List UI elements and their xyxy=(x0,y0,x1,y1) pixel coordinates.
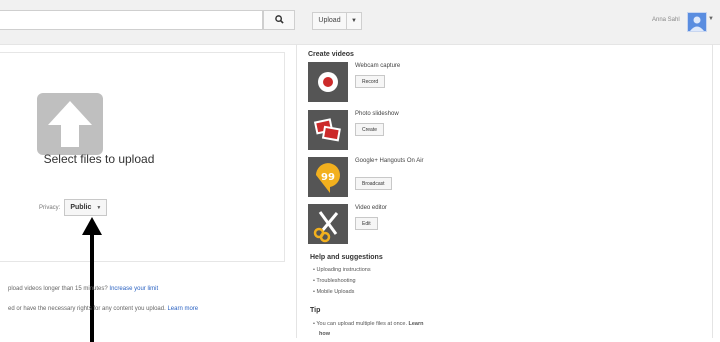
upload-button-label: Upload xyxy=(313,13,347,29)
upload-limit-text: pload videos longer than 15 minutes? xyxy=(8,286,108,292)
tip-body: You can upload multiple files at once. xyxy=(316,321,407,327)
learn-more-link[interactable]: Learn more xyxy=(167,306,198,312)
tip-text: • You can upload multiple files at once.… xyxy=(313,321,424,327)
create-videos-heading: Create videos xyxy=(308,51,354,58)
video-editor-title: Video editor xyxy=(355,205,387,211)
create-item-webcam: Webcam capture Record xyxy=(308,62,608,106)
column-divider xyxy=(296,44,297,338)
user-name[interactable]: Anna Sahl xyxy=(652,17,680,23)
help-item-label[interactable]: Uploading instructions xyxy=(316,267,370,273)
rights-note: ed or have the necessary rights for any … xyxy=(8,306,198,312)
help-link-troubleshooting[interactable]: • Troubleshooting xyxy=(313,278,356,284)
create-button[interactable]: Create xyxy=(355,123,385,136)
account-caret-icon[interactable]: ▼ xyxy=(708,16,714,22)
webcam-capture-title: Webcam capture xyxy=(355,63,401,69)
edit-button[interactable]: Edit xyxy=(355,217,378,230)
upload-arrow-icon[interactable] xyxy=(37,93,103,155)
help-heading: Help and suggestions xyxy=(310,254,383,261)
broadcast-button[interactable]: Broadcast xyxy=(355,177,392,190)
search-icon xyxy=(274,11,284,29)
tip-heading: Tip xyxy=(310,307,321,314)
caret-down-icon: ▼ xyxy=(96,204,102,211)
privacy-dropdown[interactable]: Public ▼ xyxy=(64,199,108,216)
webcam-record-icon[interactable] xyxy=(308,62,348,102)
privacy-value: Public xyxy=(70,204,92,211)
create-item-hangouts: 99 Google+ Hangouts On Air Broadcast xyxy=(308,157,608,201)
photo-slideshow-icon[interactable] xyxy=(308,110,348,150)
avatar[interactable] xyxy=(687,12,707,32)
hangouts-icon[interactable]: 99 xyxy=(308,157,348,197)
scissors-icon[interactable] xyxy=(308,204,348,244)
help-link-uploading[interactable]: • Uploading instructions xyxy=(313,267,371,273)
create-item-editor: Video editor Edit xyxy=(308,204,608,248)
tip-how-link[interactable]: how xyxy=(319,331,330,337)
privacy-label: Privacy: xyxy=(39,204,61,211)
help-link-mobile[interactable]: • Mobile Uploads xyxy=(313,289,354,295)
search-button[interactable] xyxy=(263,10,295,30)
help-item-label[interactable]: Mobile Uploads xyxy=(316,289,354,295)
hangouts-title: Google+ Hangouts On Air xyxy=(355,158,424,164)
create-item-slideshow: Photo slideshow Create xyxy=(308,110,608,154)
caret-down-icon[interactable]: ▼ xyxy=(347,13,361,29)
search-input[interactable] xyxy=(0,10,263,30)
upload-limit-note: pload videos longer than 15 minutes? Inc… xyxy=(8,286,158,292)
top-bar: Upload ▼ Anna Sahl ▼ xyxy=(0,0,720,45)
privacy-row: Privacy: Public ▼ xyxy=(39,199,108,216)
rights-text: ed or have the necessary rights for any … xyxy=(8,306,166,312)
help-item-label[interactable]: Troubleshooting xyxy=(316,278,355,284)
scrollbar-track[interactable] xyxy=(712,44,713,338)
record-button[interactable]: Record xyxy=(355,75,386,88)
photo-slideshow-title: Photo slideshow xyxy=(355,111,399,117)
upload-dropzone[interactable]: Select files to upload Privacy: Public ▼ xyxy=(0,52,285,262)
svg-text:99: 99 xyxy=(321,172,335,183)
increase-limit-link[interactable]: Increase your limit xyxy=(109,286,158,292)
tip-learn-link[interactable]: Learn xyxy=(409,321,424,327)
upload-button[interactable]: Upload ▼ xyxy=(312,12,362,30)
select-files-title[interactable]: Select files to upload xyxy=(0,152,199,166)
